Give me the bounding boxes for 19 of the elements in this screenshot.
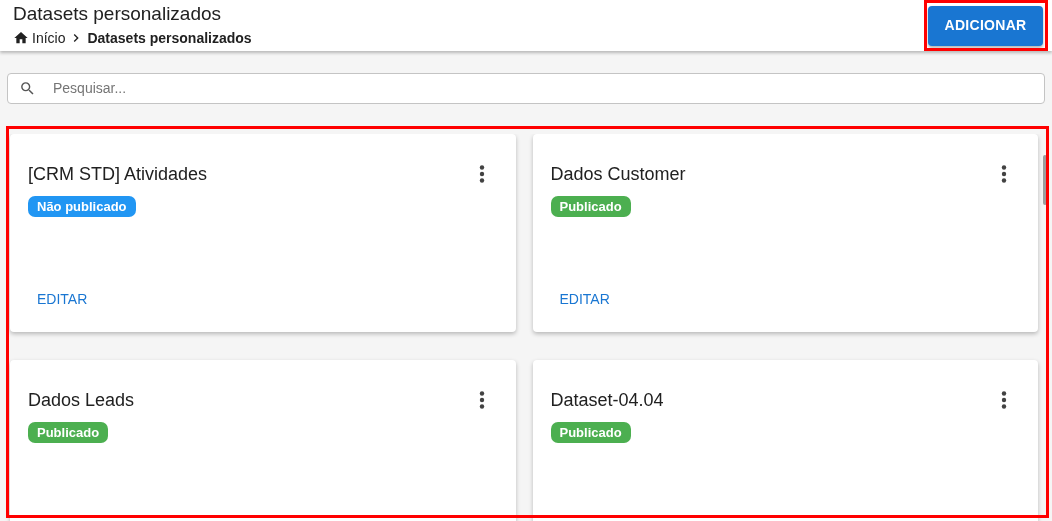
edit-button[interactable]: EDITAR [28,283,97,316]
card-title: [CRM STD] Atividades [28,163,208,186]
page-title: Datasets personalizados [13,2,223,25]
edit-button[interactable]: EDITAR [550,283,619,316]
search-input: Pesquisar... [53,78,1044,99]
home-icon [13,30,29,46]
search-icon [19,80,36,97]
breadcrumb-current: Datasets personalizados [87,28,252,48]
add-button[interactable]: ADICIONAR [928,5,1043,46]
status-badge: Publicado [550,422,631,443]
scrollbar-thumb[interactable] [1043,155,1047,205]
status-badge: Publicado [550,196,631,217]
home-link[interactable]: Início [13,27,66,49]
status-badge: Não publicado [28,196,136,217]
status-badge: Publicado [28,422,109,443]
card-title: Dataset-04.04 [550,389,664,412]
search-field[interactable]: Pesquisar... [7,73,1045,104]
card-title: Dados Customer [550,163,686,186]
card-title: Dados Leads [28,389,135,412]
